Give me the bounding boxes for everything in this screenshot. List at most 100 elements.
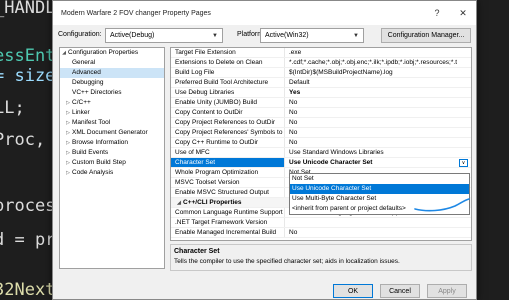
property-value[interactable]: No [285, 98, 471, 107]
dropdown-option-unicode[interactable]: Use Unicode Character Set [290, 184, 469, 194]
property-value[interactable]: *.cdf;*.cache;*.obj;*.obj.enc;*.ilk;*.ip… [285, 58, 471, 67]
tree-item-configuration-properties[interactable]: ◢ Configuration Properties [60, 48, 164, 58]
dropdown-option-not-set[interactable]: Not Set [290, 174, 469, 184]
chevron-right-icon[interactable]: ▷ [64, 148, 72, 158]
tree-item-c-cpp[interactable]: ▷ C/C++ [60, 98, 164, 108]
property-name: Enable Managed Incremental Build [171, 228, 285, 237]
configuration-select[interactable]: Active(Debug) ▼ [105, 28, 223, 43]
property-value[interactable]: No [285, 118, 471, 127]
apply-button[interactable]: Apply [427, 284, 467, 298]
property-value[interactable]: No [285, 128, 471, 137]
property-row[interactable]: Copy C++ Runtime to OutDir No [171, 138, 471, 148]
tree-item-browse-information[interactable]: ▷ Browse Information [60, 138, 164, 148]
property-row[interactable]: Copy Content to OutDir No [171, 108, 471, 118]
code-line: LL; [0, 98, 25, 118]
property-name: Use Debug Libraries [171, 88, 285, 97]
chevron-down-icon[interactable]: ∨ [459, 159, 468, 167]
chevron-right-icon[interactable]: ▷ [64, 118, 72, 128]
property-name: Extensions to Delete on Clean [171, 58, 285, 67]
property-row-character-set[interactable]: Character Set Use Unicode Character Set … [171, 158, 471, 168]
property-pages-dialog: Modern Warfare 2 FOV changer Property Pa… [52, 0, 477, 300]
property-value[interactable]: Use Unicode Character Set [285, 158, 471, 167]
tree-item-custom-build-step[interactable]: ▷ Custom Build Step [60, 158, 164, 168]
tree-item-vc-directories[interactable]: VC++ Directories [60, 88, 164, 98]
tree-item-label: Build Events [72, 149, 109, 156]
tree-item-label: Manifest Tool [72, 119, 111, 126]
property-value[interactable]: $(IntDir)$(MSBuildProjectName).log [285, 68, 471, 77]
help-button[interactable]: ? [424, 1, 450, 25]
tree-item-advanced[interactable]: Advanced [60, 68, 164, 78]
code-line: 32Next [0, 280, 56, 300]
property-value[interactable]: Use Standard Windows Libraries [285, 148, 471, 157]
chevron-right-icon[interactable]: ▷ [64, 108, 72, 118]
property-name: .NET Target Framework Version [171, 218, 285, 227]
configuration-label: Configuration: [58, 31, 102, 38]
description-text: Tells the compiler to use the specified … [174, 258, 400, 265]
tree-item-linker[interactable]: ▷ Linker [60, 108, 164, 118]
description-panel: Character Set Tells the compiler to use … [170, 244, 472, 271]
tree-item-label: Code Analysis [72, 169, 114, 176]
configuration-manager-button[interactable]: Configuration Manager... [381, 28, 471, 43]
property-row[interactable]: Use Debug Libraries Yes [171, 88, 471, 98]
tree-item-label: General [72, 59, 96, 66]
tree-item-build-events[interactable]: ▷ Build Events [60, 148, 164, 158]
property-name: Use of MFC [171, 148, 285, 157]
chevron-down-icon[interactable]: ◢ [60, 48, 68, 58]
tree-item-general[interactable]: General [60, 58, 164, 68]
property-row[interactable]: Target File Extension .exe [171, 48, 471, 58]
code-line: essEnt [0, 46, 56, 66]
property-value[interactable] [285, 218, 471, 227]
property-name: Target File Extension [171, 48, 285, 57]
chevron-right-icon[interactable]: ▷ [64, 158, 72, 168]
property-name: Enable Unity (JUMBO) Build [171, 98, 285, 107]
property-name: Build Log File [171, 68, 285, 77]
platform-select-value: Active(Win32) [265, 32, 309, 39]
platform-select[interactable]: Active(Win32) ▼ [260, 28, 364, 43]
chevron-right-icon[interactable]: ▷ [64, 168, 72, 178]
property-row[interactable]: Enable Unity (JUMBO) Build No [171, 98, 471, 108]
property-value[interactable]: Yes [285, 88, 471, 97]
tree-item-debugging[interactable]: Debugging [60, 78, 164, 88]
tree-item-label: Configuration Properties [68, 49, 139, 56]
annotation-underline-stroke [414, 198, 470, 212]
ok-button[interactable]: OK [333, 284, 373, 298]
property-value[interactable]: No [285, 228, 471, 237]
property-tree[interactable]: ◢ Configuration Properties General Advanc… [59, 47, 165, 269]
property-name: Copy Content to OutDir [171, 108, 285, 117]
tree-item-label: Custom Build Step [72, 159, 126, 166]
cancel-button[interactable]: Cancel [380, 284, 420, 298]
tree-item-xml-document-generator[interactable]: ▷ XML Document Generator [60, 128, 164, 138]
property-row[interactable]: Build Log File $(IntDir)$(MSBuildProjectN… [171, 68, 471, 78]
tree-item-label: Linker [72, 109, 90, 116]
property-row[interactable]: Use of MFC Use Standard Windows Libraries [171, 148, 471, 158]
chevron-right-icon[interactable]: ▷ [64, 98, 72, 108]
property-row[interactable]: Copy Project References to OutDir No [171, 118, 471, 128]
property-value[interactable]: .exe [285, 48, 471, 57]
property-row[interactable]: Copy Project References' Symbols to Ou No [171, 128, 471, 138]
property-name: Copy C++ Runtime to OutDir [171, 138, 285, 147]
property-row[interactable]: Preferred Build Tool Architecture Default [171, 78, 471, 88]
chevron-down-icon: ▼ [353, 32, 359, 39]
property-name: Character Set [171, 158, 285, 167]
property-row[interactable]: Enable Managed Incremental Build No [171, 228, 471, 238]
property-value[interactable]: No [285, 138, 471, 147]
chevron-right-icon[interactable]: ▷ [64, 128, 72, 138]
code-line: = size [0, 66, 56, 86]
property-row[interactable]: Extensions to Delete on Clean *.cdf;*.cac… [171, 58, 471, 68]
close-button[interactable]: ✕ [450, 1, 476, 25]
tree-item-code-analysis[interactable]: ▷ Code Analysis [60, 168, 164, 178]
property-row[interactable]: .NET Target Framework Version [171, 218, 471, 228]
property-name: Common Language Runtime Support [171, 208, 285, 217]
configuration-select-value: Active(Debug) [110, 32, 155, 39]
dialog-title: Modern Warfare 2 FOV changer Property Pa… [61, 9, 211, 17]
chevron-down-icon[interactable]: ◢ [175, 198, 183, 207]
tree-item-label: Debugging [72, 79, 104, 86]
tree-item-manifest-tool[interactable]: ▷ Manifest Tool [60, 118, 164, 128]
chevron-right-icon[interactable]: ▷ [64, 138, 72, 148]
tree-item-label: VC++ Directories [72, 89, 122, 96]
property-value[interactable]: Default [285, 78, 471, 87]
property-value[interactable]: No [285, 108, 471, 117]
configuration-row: Configuration: Active(Debug) ▼ Platform:… [53, 27, 476, 45]
dialog-titlebar: Modern Warfare 2 FOV changer Property Pa… [53, 1, 476, 25]
tree-item-label: Advanced [72, 69, 101, 76]
